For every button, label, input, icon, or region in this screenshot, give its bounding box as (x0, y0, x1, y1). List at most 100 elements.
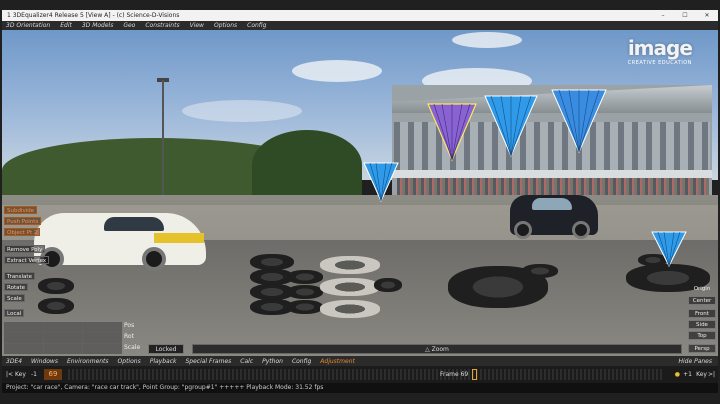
window-controls: – ☐ ✕ (652, 10, 718, 21)
minimize-button[interactable]: – (652, 10, 674, 21)
light-pole (162, 80, 164, 205)
tire (522, 264, 558, 278)
step-forward-button[interactable]: +1 (683, 369, 692, 380)
car-window (104, 217, 164, 231)
side-view-button[interactable]: Side (688, 320, 716, 329)
pos-label: Pos (124, 322, 135, 329)
tire-stack-tire (287, 285, 323, 299)
zoom-slider[interactable]: △ Zoom (192, 344, 682, 354)
menu-config[interactable]: Config (292, 358, 311, 365)
cone-marker-blue[interactable] (483, 94, 539, 158)
menu-playback[interactable]: Playback (150, 358, 177, 365)
cone-marker-blue[interactable] (650, 230, 688, 268)
origin-button[interactable]: Origin (688, 284, 716, 293)
menu-config[interactable]: Config (247, 22, 266, 29)
3d-viewport[interactable]: image CREATIVE EDUCATION Subdivide Push … (2, 30, 718, 356)
tire (374, 278, 402, 292)
menu-python[interactable]: Python (262, 358, 283, 365)
car-wheel (142, 247, 166, 271)
center-button[interactable]: Center (688, 296, 716, 305)
grandstand-band (392, 170, 712, 178)
tree-line (252, 130, 362, 200)
menu-options[interactable]: Options (118, 358, 141, 365)
scale-z-field[interactable] (83, 344, 122, 354)
rot-x-field[interactable] (4, 333, 43, 343)
subdivide-button[interactable]: Subdivide (4, 206, 38, 214)
menu-view[interactable]: View (190, 22, 204, 29)
menu-special-frames[interactable]: Special Frames (185, 358, 231, 365)
menu-3de4[interactable]: 3DE4 (6, 358, 22, 365)
menu-geo[interactable]: Geo (123, 22, 135, 29)
pos-z-field[interactable] (83, 322, 122, 332)
playhead-marker[interactable] (472, 369, 477, 380)
tire (38, 278, 74, 294)
white-tire (320, 278, 380, 296)
locked-toggle[interactable]: Locked (148, 344, 184, 354)
bottom-menu-bar: 3DE4 Windows Environments Options Playba… (2, 356, 718, 366)
rot-y-field[interactable] (43, 333, 83, 343)
scale-x-field[interactable] (4, 344, 43, 354)
status-bar: Project: "car race", Camera: "race car t… (2, 383, 718, 393)
tire (38, 298, 74, 314)
menu-edit[interactable]: Edit (60, 22, 72, 29)
cloud (292, 60, 382, 82)
cloud (182, 100, 302, 122)
prev-key-arrow-icon[interactable]: |< (6, 369, 13, 380)
rot-z-field[interactable] (83, 333, 122, 343)
application-window: 1 3DEqualizer4 Release 5 [View A] - (c) … (0, 0, 720, 404)
car-wheel (572, 221, 590, 239)
car-window (532, 198, 572, 210)
remove-poly-button[interactable]: Remove Poly (4, 245, 46, 253)
pos-y-field[interactable] (43, 322, 83, 332)
hide-panes-button[interactable]: Hide Panes (678, 358, 712, 365)
close-button[interactable]: ✕ (696, 10, 718, 21)
white-tire (320, 300, 380, 318)
car-stripe (154, 233, 204, 243)
pos-x-field[interactable] (4, 322, 43, 332)
maximize-button[interactable]: ☐ (674, 10, 696, 21)
menu-windows[interactable]: Windows (31, 358, 58, 365)
watermark-tagline: CREATIVE EDUCATION (627, 60, 692, 66)
top-view-button[interactable]: Top (688, 331, 716, 340)
menu-options[interactable]: Options (214, 22, 237, 29)
dark-race-car (510, 195, 598, 239)
rotate-button[interactable]: Rotate (4, 283, 29, 291)
watermark-logo: image CREATIVE EDUCATION (627, 36, 693, 66)
scale-button[interactable]: Scale (4, 294, 25, 302)
cone-marker-blue[interactable] (550, 88, 608, 154)
menu-constraints[interactable]: Constraints (145, 22, 179, 29)
tire-stack-tire (287, 300, 323, 314)
key-right-label[interactable]: Key (696, 369, 707, 380)
white-race-car (34, 213, 206, 271)
menu-adjustment[interactable]: Adjustment (320, 358, 355, 365)
push-points-button[interactable]: Push Points (4, 217, 42, 225)
front-view-button[interactable]: Front (688, 309, 716, 318)
persp-view-button[interactable]: Persp (688, 344, 716, 353)
current-frame-field[interactable]: 69 (44, 369, 62, 380)
scale-label: Scale (124, 344, 141, 351)
step-back-button[interactable]: -1 (31, 369, 37, 380)
menu-3d-orientation[interactable]: 3D Orientation (6, 22, 50, 29)
local-button[interactable]: Local (4, 309, 25, 317)
cone-marker-purple[interactable] (426, 102, 478, 162)
timeline-scrubber[interactable] (68, 369, 662, 380)
record-icon[interactable]: ● (675, 369, 680, 380)
object-point-button[interactable]: Object Pt 2 (4, 228, 41, 236)
scale-y-field[interactable] (43, 344, 83, 354)
menu-calc[interactable]: Calc (240, 358, 253, 365)
transform-value-grid (4, 322, 122, 354)
menu-environments[interactable]: Environments (67, 358, 109, 365)
rot-label: Rot (124, 333, 134, 340)
white-tire (320, 256, 380, 274)
translate-button[interactable]: Translate (4, 272, 35, 280)
car-wheel (514, 221, 532, 239)
title-bar: 1 3DEqualizer4 Release 5 [View A] - (c) … (2, 10, 718, 21)
cone-marker-blue[interactable] (362, 161, 400, 203)
extract-vertex-button[interactable]: Extract Vertex (4, 256, 50, 264)
tire-stack-tire (287, 270, 323, 284)
key-left-label[interactable]: Key (15, 369, 26, 380)
menu-3d-models[interactable]: 3D Models (82, 22, 114, 29)
timeline-bar: |< Key -1 69 Frame 69 ● +1 Key >| (2, 366, 718, 383)
watermark-brand: image (627, 36, 693, 60)
next-key-arrow-icon[interactable]: >| (708, 369, 715, 380)
